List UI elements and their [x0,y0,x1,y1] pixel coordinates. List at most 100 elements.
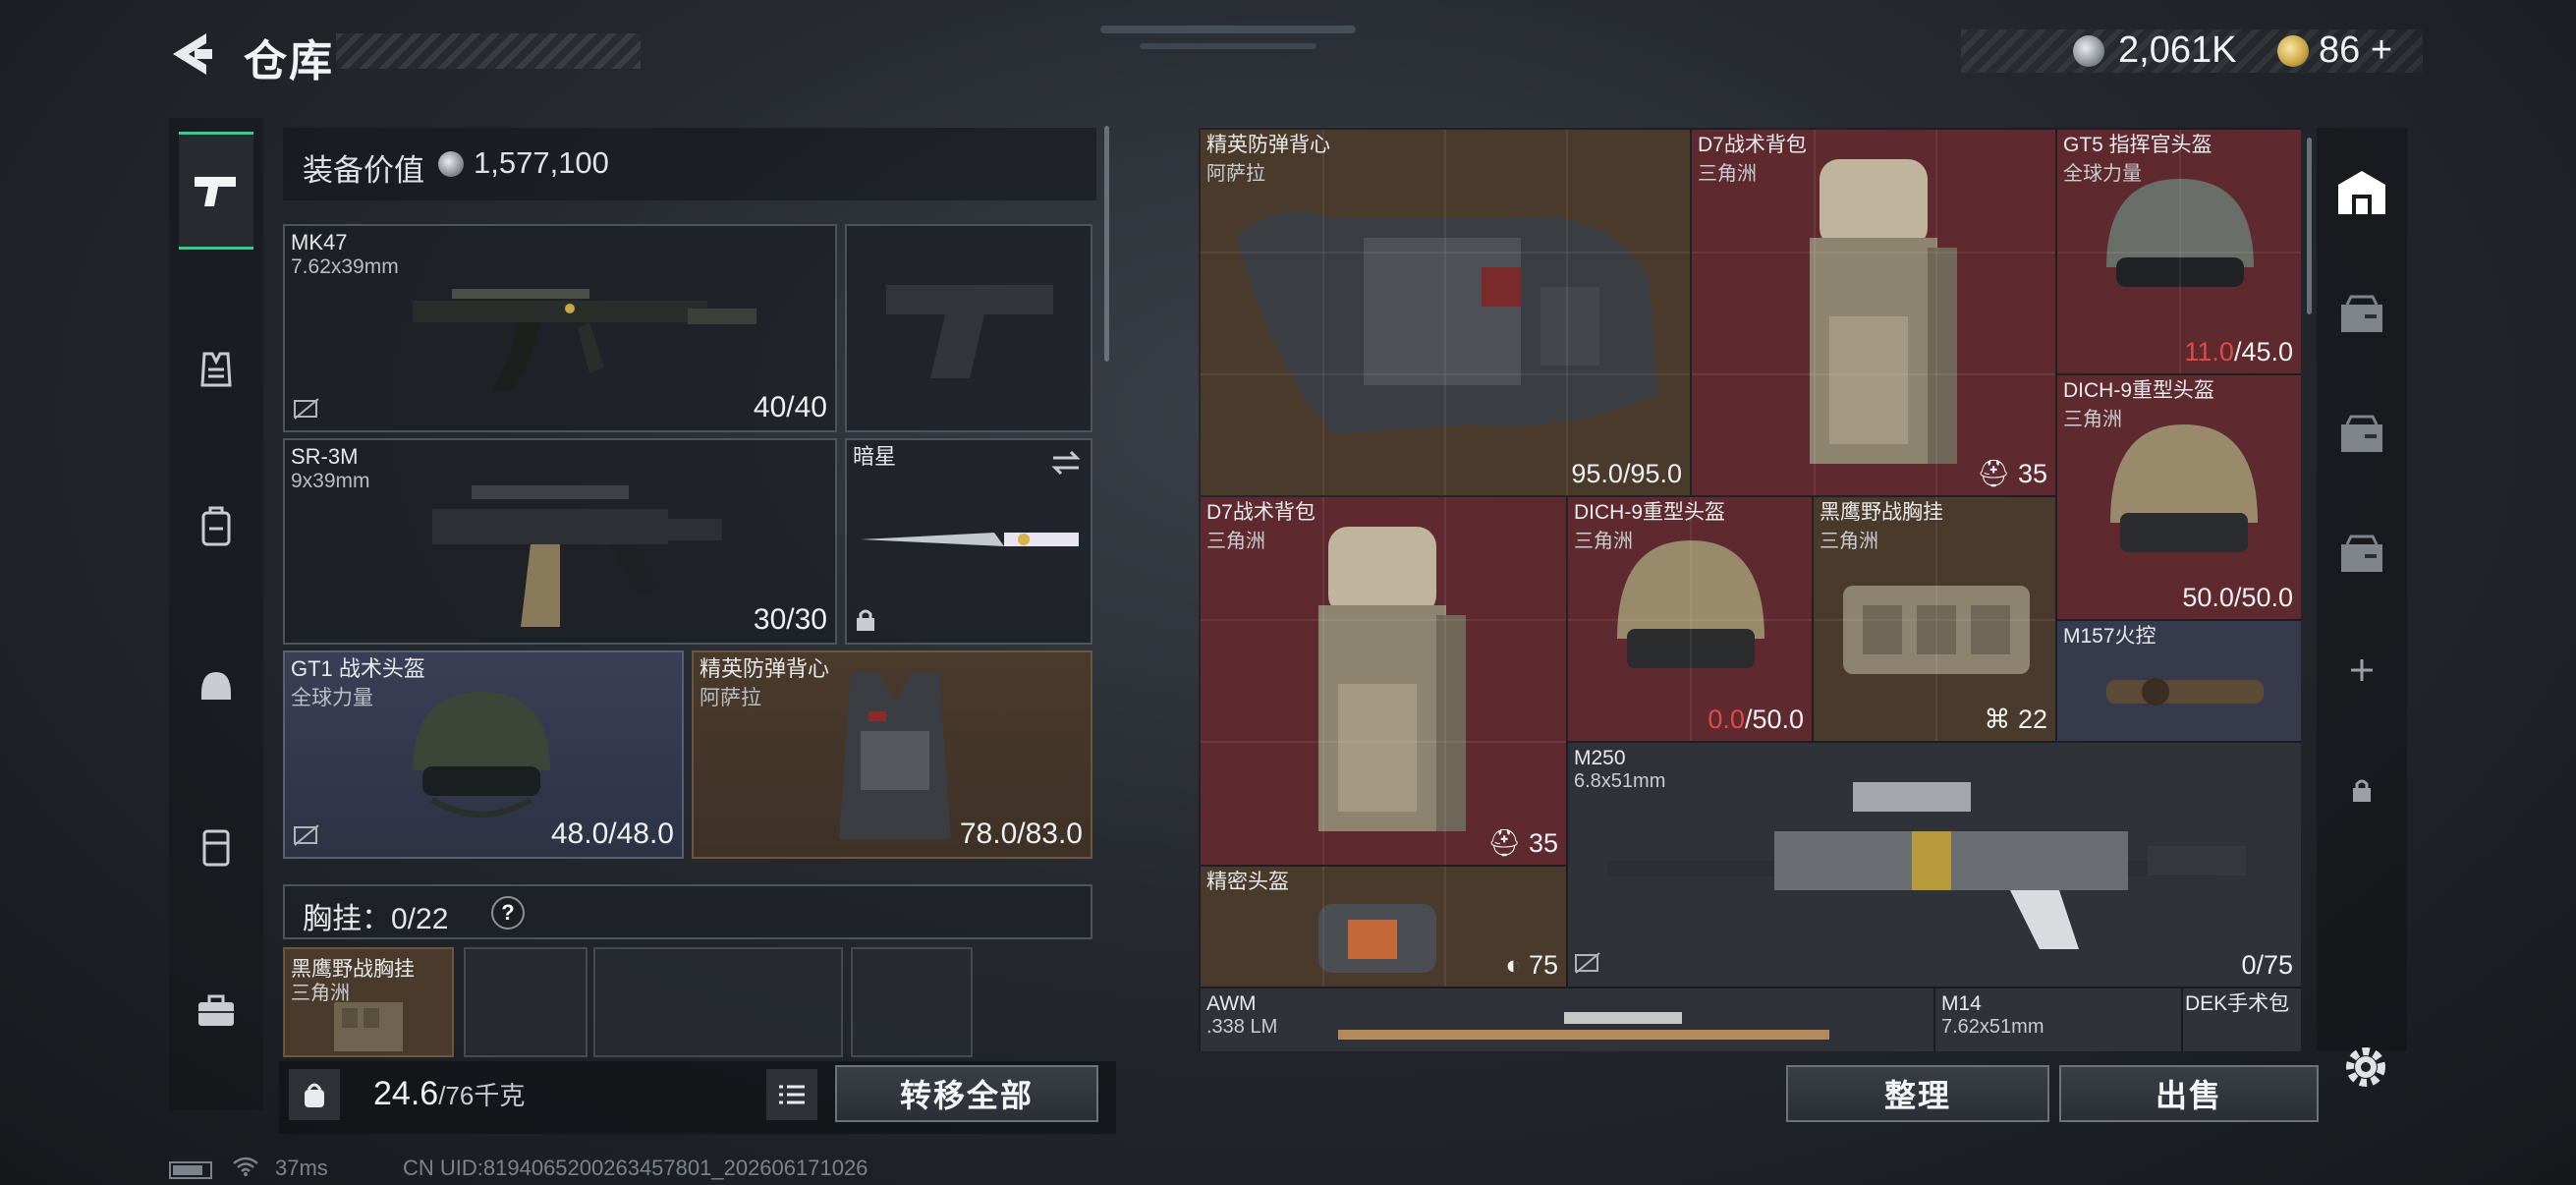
item-name: 黑鹰野战胸挂 [1820,501,1943,524]
weight-icon-box [289,1069,340,1120]
ammo-count: 30/30 [753,603,827,636]
storage-item-backpack[interactable]: D7战术背包 三角洲 ⛑ 35 [1692,130,2055,495]
title-decoration [336,33,641,69]
vest-icon [200,352,232,387]
equipment-value-label: 装备价值 [303,153,424,188]
equipment-value: 1,577,100 [474,145,609,180]
tab-extension-3[interactable] [2317,505,2407,603]
add-currency-button[interactable]: + [2371,29,2392,71]
lock-icon [857,609,874,631]
melee-name: 暗星 [853,444,897,469]
plus-icon [2351,659,2373,681]
sidebar-armor[interactable] [179,310,253,428]
item-durability: 95.0/95.0 [1571,459,1682,488]
tab-warehouse[interactable] [2317,143,2407,242]
list-view-button[interactable] [766,1069,817,1120]
expansion-box-icon [2341,415,2382,452]
lock-icon [2353,779,2371,802]
back-arrow-icon [173,33,212,75]
storage-item-backpack[interactable]: D7战术背包 三角洲 ⛑ 35 [1201,497,1566,865]
armor-slot[interactable]: 精英防弹背心 阿萨拉 78.0/83.0 [692,650,1092,859]
help-button[interactable]: ? [491,896,525,930]
pocket-slot[interactable] [593,947,843,1057]
no-insure-icon [1575,952,1600,974]
item-capacity: ⛑ 35 [1487,828,1558,858]
item-name: DICH-9重型头盔 [2063,379,2215,402]
knife-icon [861,533,1079,546]
storage-item-fire-control[interactable]: M157火控 [2057,621,2301,741]
storage-item-sniper[interactable]: AWM .338 LM [1201,988,1933,1051]
page-title: 仓库 [244,37,334,85]
item-ammo: 0/75 [2241,950,2293,980]
helmet-icon [413,692,550,818]
secondary-weapon-slot[interactable]: SR-3M 9x39mm 30/30 [283,438,837,645]
primary-weapon-slot[interactable]: MK47 7.62x39mm 40/40 [283,224,837,432]
item-durability: 50.0/50.0 [2182,583,2293,612]
item-name: M14 [1941,992,1982,1015]
storage-scrollbar[interactable] [2307,138,2312,314]
weapon-caliber: 7.62x39mm [291,255,399,278]
gold-coin-icon [2277,35,2309,67]
sidebar-backpack[interactable] [179,468,253,586]
add-storage-button[interactable] [2317,621,2407,719]
item-capacity: ⛑ 35 [1977,459,2047,488]
tab-extension-1[interactable] [2317,265,2407,364]
sidebar-container[interactable] [179,788,253,906]
storage-item-machine-gun[interactable]: M250 6.8x51mm 0/75 [1568,743,2301,987]
smg-icon [432,485,722,627]
swap-icon[interactable] [1049,448,1083,478]
helmet-icon [201,672,231,700]
item-name: 精密头盔 [1206,871,1289,893]
sidebar-helmet[interactable] [179,627,253,745]
backpack-icon [1810,159,1957,464]
settings-button[interactable] [2338,1040,2393,1095]
expansion-box-icon [2341,535,2382,572]
item-durability: 11.0/45.0 [2184,337,2293,367]
item-name: DEK手术包 [2185,992,2290,1015]
wifi-icon [232,1156,259,1183]
transfer-all-button[interactable]: 转移全部 [835,1065,1098,1122]
back-button[interactable] [165,28,218,81]
left-scrollbar[interactable] [1104,126,1109,362]
chest-rig-capacity: 胸挂：0/22 [303,903,449,935]
rifle-icon [413,289,756,392]
helmet-durability: 48.0/48.0 [550,818,674,850]
no-insure-icon [294,824,319,846]
storage-item-rifle[interactable]: M14 7.62x51mm [1935,988,2181,1051]
kettlebell-icon [305,1083,324,1107]
item-brand: 三角洲 [1206,531,1265,552]
chest-rig-icon [334,1002,403,1051]
pocket-slot[interactable] [851,947,973,1057]
tab-extension-2[interactable] [2317,385,2407,483]
storage-item-helmet[interactable]: DICH-9重型头盔 三角洲 50.0/50.0 [2057,375,2301,619]
gold-amount: 86 [2319,29,2361,71]
item-brand: 三角洲 [1698,163,1757,185]
gold-currency-value[interactable]: 86 + [2319,29,2392,72]
sidebar-case[interactable] [179,951,253,1069]
helmet-slot[interactable]: GT1 战术头盔 全球力量 48.0/48.0 [283,650,684,859]
sort-button[interactable]: 整理 [1786,1065,2049,1122]
weight-current: 24.6 [373,1075,439,1112]
sell-button[interactable]: 出售 [2059,1065,2319,1122]
storage-item-armor-plate[interactable]: 精密头盔 ◐ 75 [1201,867,1566,987]
warehouse-icon [2338,171,2385,214]
ping-value: 37ms [275,1156,328,1180]
backpack-icon [201,506,231,546]
melee-slot[interactable]: 暗星 [845,438,1092,645]
gear-icon [2346,1047,2385,1087]
top-decoration [1100,26,1356,33]
item-name: M157火控 [2063,625,2156,648]
storage-item-medkit[interactable]: DEK手术包 [2183,988,2301,1051]
chest-rig-slot[interactable]: 黑鹰野战胸挂 三角洲 [283,947,454,1057]
locked-storage-tab[interactable] [2317,741,2407,839]
expansion-box-icon [2341,295,2382,332]
armor-brand: 阿萨拉 [700,687,761,709]
sidebar-weapons[interactable] [179,132,253,250]
carry-weight: 24.6/76千克 [373,1075,525,1113]
pouch-icon [1318,904,1436,973]
pistol-slot[interactable] [845,224,1092,432]
item-caliber: .338 LM [1206,1016,1278,1038]
item-capacity: ⌘ 22 [1984,705,2047,734]
pocket-slot[interactable] [464,947,588,1057]
backpack-icon [1318,527,1466,831]
